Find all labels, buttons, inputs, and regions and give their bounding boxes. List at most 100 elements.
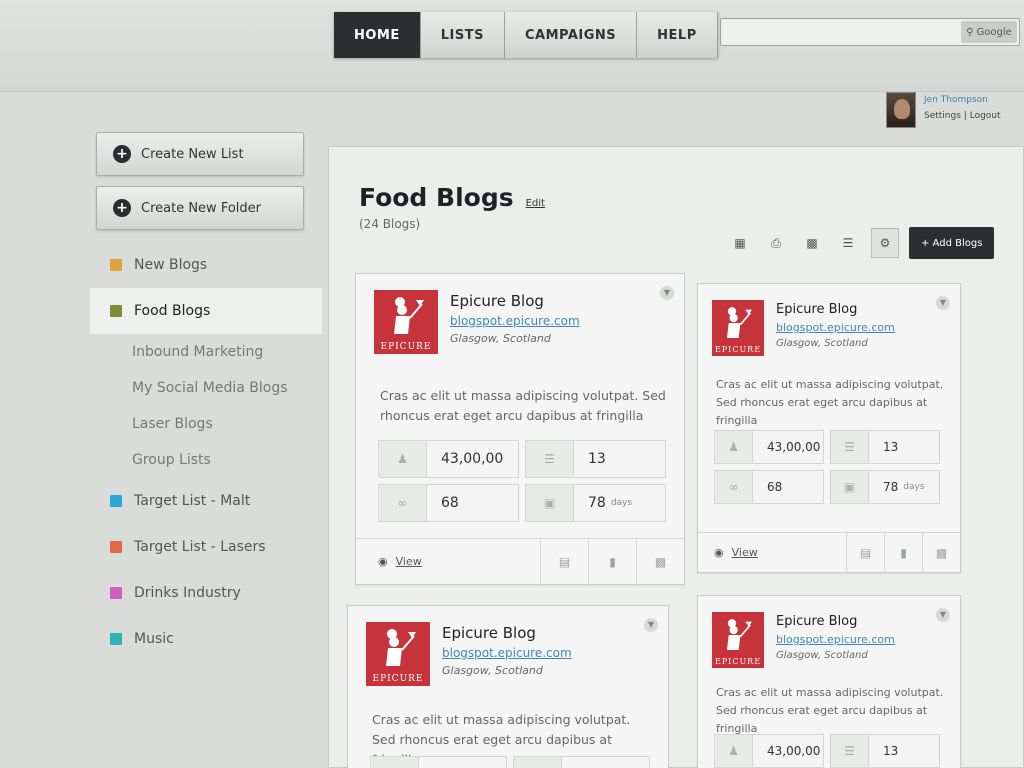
stat-followers: ♟ [370,756,507,768]
search-icon: ⚲ [966,26,974,38]
create-folder-label: Create New Folder [141,200,261,216]
calendar-icon: ▣ [526,485,574,521]
sidebar-subitem-inbound-marketing[interactable]: Inbound Marketing [96,334,316,370]
sidebar-item-drinks-industry[interactable]: Drinks Industry [96,570,316,616]
chef-icon [727,619,752,650]
blog-card: EPICURE Epicure Blog blogspot.epicure.co… [697,595,961,768]
blog-name: Epicure Blog [776,614,858,629]
stat-value [419,757,506,768]
sidebar-item-target-malt[interactable]: Target List - Malt [96,478,316,524]
view-label: View [731,546,758,559]
stat-value: 68 [427,485,518,521]
blog-description: Cras ac elit ut massa adipiscing volutpa… [380,388,666,423]
blog-location: Glasgow, Scotland [442,664,543,677]
sidebar-item-label: Drinks Industry [134,585,241,601]
stat-value: 68 [753,471,823,503]
logo-text: EPICURE [372,674,424,684]
link-icon: ∞ [715,471,753,503]
blog-name: Epicure Blog [776,302,858,317]
view-label: View [395,555,422,568]
blog-url[interactable]: blogspot.epicure.com [450,314,580,328]
logo-text: EPICURE [714,657,762,666]
blog-location: Glasgow, Scotland [776,650,868,661]
logo-text: EPICURE [714,345,762,354]
stat-value: 13 [574,441,665,477]
list-view-icon[interactable]: ☰ [835,230,861,256]
blog-url[interactable]: blogspot.epicure.com [442,646,572,660]
export-icon[interactable]: ⎙ [763,230,789,256]
nav-campaigns[interactable]: CAMPAIGNS [504,12,638,58]
gear-icon[interactable]: ⚙ [871,228,899,258]
logout-link[interactable]: Logout [970,111,1001,121]
color-swatch [110,259,122,271]
stat-value: 43,00,00 [427,441,518,477]
sidebar: + Create New List + Create New Folder Ne… [90,132,322,662]
document-icon[interactable]: ▤ [846,532,884,573]
create-folder-button[interactable]: + Create New Folder [96,186,304,230]
search-input[interactable]: ⚲ Google [720,18,1020,46]
view-link[interactable]: ◉ View [356,555,540,568]
epicure-logo: EPICURE [712,300,764,356]
rss-icon[interactable]: ▩ [636,538,684,585]
color-swatch [110,587,122,599]
sidebar-subitem-social-media-blogs[interactable]: My Social Media Blogs [96,370,316,406]
blog-count: (24 Blogs) [359,217,421,231]
search-button[interactable]: ⚲ Google [961,21,1017,43]
sidebar-subitem-group-lists[interactable]: Group Lists [96,442,316,478]
nav-help[interactable]: HELP [637,12,718,58]
chevron-down-icon[interactable]: ▼ [660,286,674,300]
main-nav: HOME LISTS CAMPAIGNS HELP [334,12,718,58]
blog-card: EPICURE Epicure Blog blogspot.epicure.co… [347,605,669,768]
chevron-down-icon[interactable]: ▼ [936,296,950,310]
sidebar-item-label: Target List - Malt [134,493,251,509]
create-list-button[interactable]: + Create New List [96,132,304,176]
eye-icon: ◉ [714,546,724,559]
sidebar-item-new-blogs[interactable]: New Blogs [96,242,316,288]
clipboard-icon[interactable]: ▮ [588,538,636,585]
view-link[interactable]: ◉ View [698,546,846,559]
plus-icon: + [113,145,131,163]
grid-view-icon[interactable]: ▩ [799,230,825,256]
rss-icon[interactable]: ▩ [922,532,960,573]
list-icon: ☰ [831,735,869,767]
sidebar-item-music[interactable]: Music [96,616,316,662]
stat-value: 43,00,00 [753,431,823,463]
chef-icon [394,297,424,334]
blog-url[interactable]: blogspot.epicure.com [776,321,895,334]
sidebar-item-label: Target List - Lasers [134,539,266,555]
users-icon: ♟ [379,441,427,477]
link-icon: ∞ [379,485,427,521]
settings-link[interactable]: Settings [924,111,961,121]
blog-stats: ♟ ☰ 13 [370,756,650,768]
stat-posts: ☰ 13 [830,734,940,768]
blog-description: Cras ac elit ut massa adipiscing volutpa… [716,686,944,735]
nav-lists[interactable]: LISTS [420,12,505,58]
plus-icon: + [113,199,131,217]
chevron-down-icon[interactable]: ▼ [936,608,950,622]
card-footer: ◉ View ▤ ▮ ▩ [698,532,960,573]
sidebar-item-food-blogs[interactable]: Food Blogs [90,288,322,334]
add-blogs-button[interactable]: + Add Blogs [909,227,995,259]
chef-icon [727,307,752,338]
edit-link[interactable]: Edit [526,198,545,209]
stat-followers: ♟ 43,00,00 [714,430,824,464]
blog-url[interactable]: blogspot.epicure.com [776,633,895,646]
sidebar-item-target-lasers[interactable]: Target List - Lasers [96,524,316,570]
eye-icon: ◉ [378,555,388,568]
stat-value: 13 [869,735,939,767]
blog-location: Glasgow, Scotland [776,338,868,349]
card-view-icon[interactable]: ▦ [727,230,753,256]
top-bar: HOME LISTS CAMPAIGNS HELP ⚲ Google [0,0,1024,92]
nav-home[interactable]: HOME [334,12,421,58]
search-button-label: Google [976,26,1012,38]
user-panel: Jen Thompson Settings | Logout [886,92,1001,128]
avatar[interactable] [886,92,916,128]
clipboard-icon[interactable]: ▮ [884,532,922,573]
user-links: Settings | Logout [924,108,1001,124]
sidebar-subitem-laser-blogs[interactable]: Laser Blogs [96,406,316,442]
document-icon[interactable]: ▤ [540,538,588,585]
stat-followers: ♟ 43,00,00 [378,440,519,478]
link-separator: | [963,111,967,121]
user-name[interactable]: Jen Thompson [924,92,1001,108]
chevron-down-icon[interactable]: ▼ [644,618,658,632]
